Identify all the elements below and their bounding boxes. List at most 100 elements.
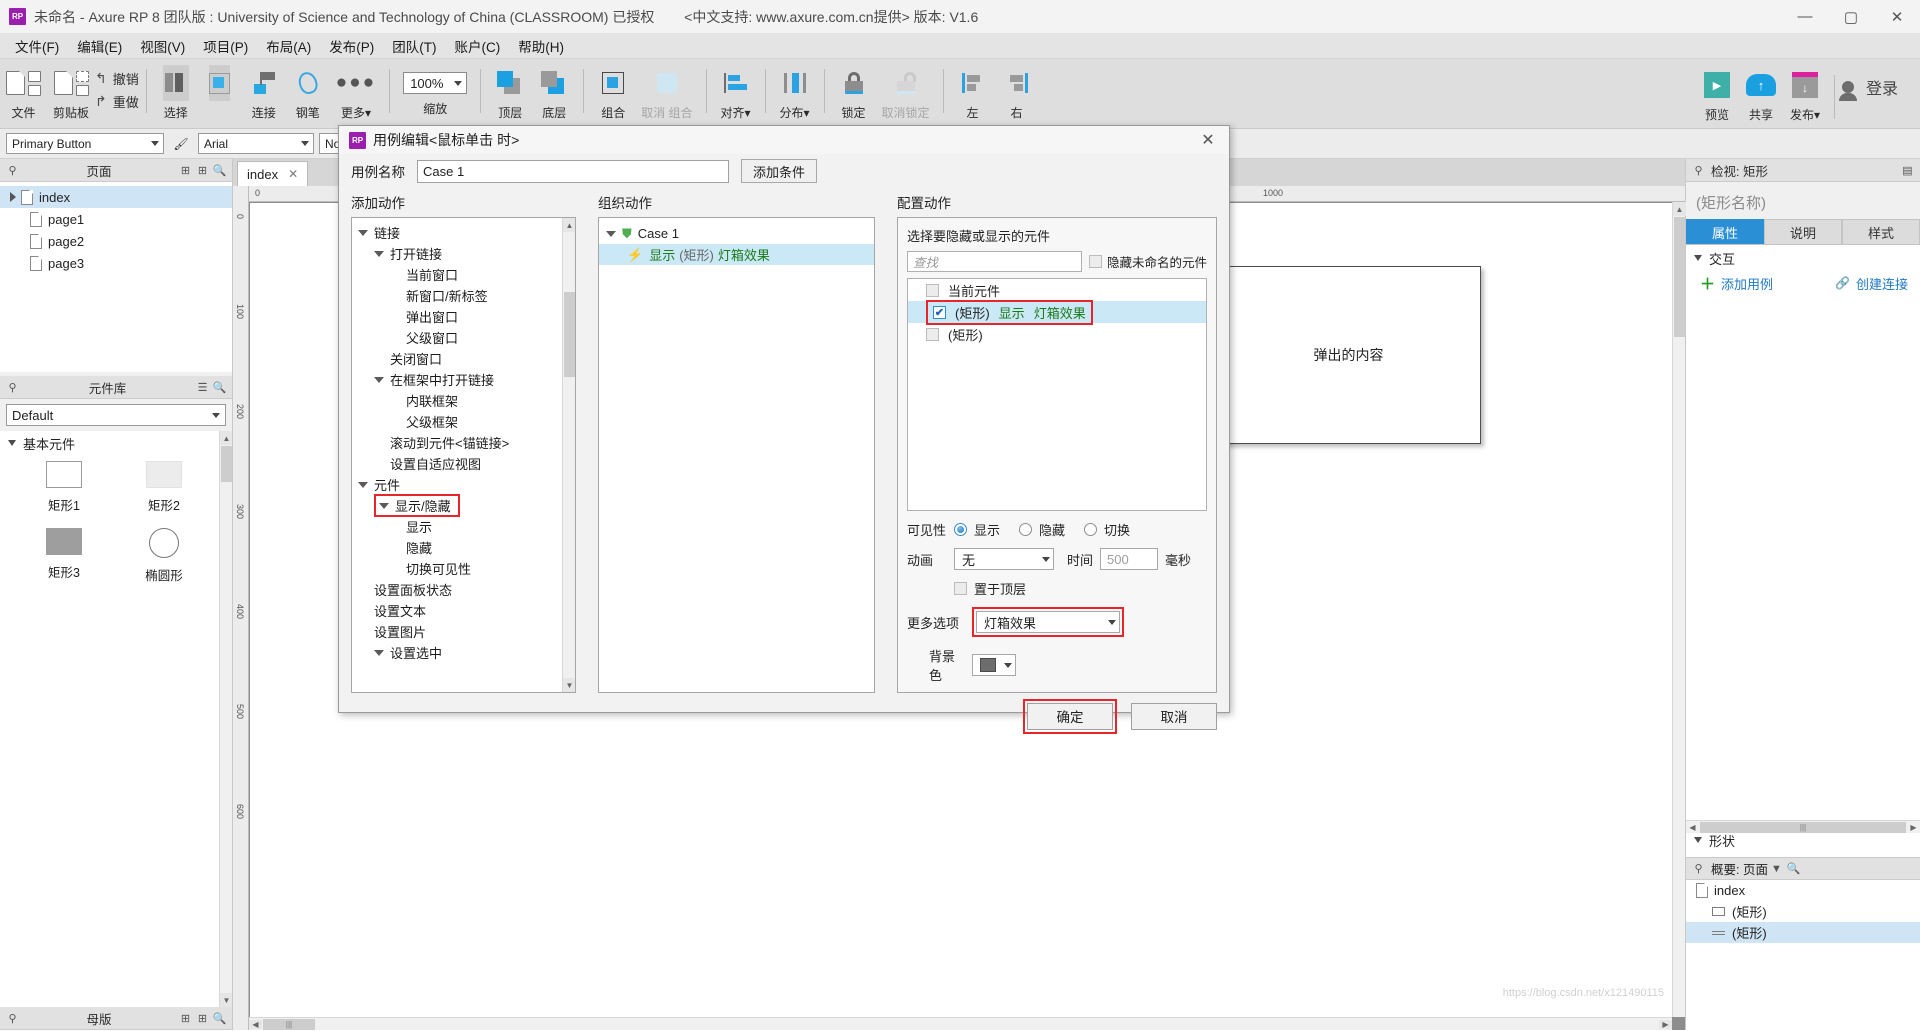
pin-icon[interactable]: ⚲ (1690, 162, 1707, 179)
canvas-vertical-scrollbar[interactable]: ▲ (1672, 202, 1686, 1017)
visibility-radio-toggle[interactable] (1084, 523, 1098, 536)
scroll-down-arrow-icon[interactable]: ▼ (220, 993, 232, 1007)
menu-item-file[interactable]: 文件(F) (6, 33, 68, 59)
expand-arrow-icon[interactable] (379, 502, 389, 509)
expand-arrow-icon[interactable] (374, 649, 384, 656)
library-widget-ellipse[interactable]: 椭圆形 (114, 528, 214, 584)
library-scrollbar[interactable]: ▲ ▼ (219, 431, 232, 1007)
bring-to-front-checkbox[interactable] (954, 582, 967, 595)
menu-item-help[interactable]: 帮助(H) (509, 33, 573, 59)
align-left-tool[interactable]: 左 (951, 63, 995, 121)
scroll-up-arrow-icon[interactable]: ▲ (1673, 202, 1686, 216)
action-tree-scrollbar[interactable]: ▲ ▼ (562, 218, 575, 692)
search-input[interactable]: 查找 (907, 251, 1082, 272)
expand-arrow-icon[interactable] (10, 192, 16, 202)
scroll-thumb[interactable] (564, 292, 575, 377)
widget-select-list[interactable]: 当前元件 ✔ (矩形) 显示 灯箱效果 (矩形) (907, 278, 1207, 511)
menu-item-team[interactable]: 团队(T) (383, 33, 445, 59)
menu-item-layout[interactable]: 布局(A) (257, 33, 320, 59)
redo-button[interactable]: ↱ 重做 (95, 92, 139, 111)
scroll-right-arrow-icon[interactable]: ▶ (1907, 823, 1920, 832)
expand-arrow-icon[interactable] (358, 481, 368, 488)
action-tree-item[interactable]: 滚动到元件<锚链接> (358, 432, 575, 453)
widget-checkbox[interactable] (926, 283, 939, 297)
action-tree-item[interactable]: 父级窗口 (358, 327, 575, 348)
action-tree-item[interactable]: 设置自适应视图 (358, 453, 575, 474)
expand-arrow-icon[interactable] (374, 376, 384, 383)
expand-arrow-icon[interactable] (358, 229, 368, 236)
add-folder-icon[interactable]: ⊞ (194, 162, 211, 179)
scroll-up-arrow-icon[interactable]: ▲ (563, 218, 575, 232)
action-tree-item[interactable]: 当前窗口 (358, 264, 575, 285)
pin-icon[interactable]: ⚲ (4, 162, 21, 179)
menu-item-account[interactable]: 账户(C) (446, 33, 510, 59)
add-page-icon[interactable]: ⊞ (177, 162, 194, 179)
page-item-page3[interactable]: page3 (0, 252, 232, 274)
canvas-horizontal-scrollbar[interactable]: ◀ ||| ▶ (249, 1017, 1672, 1030)
share-tool[interactable]: ↑ 共享 (1739, 65, 1783, 123)
action-tree-item[interactable]: 父级框架 (358, 411, 575, 432)
menu-item-publish[interactable]: 发布(P) (320, 33, 383, 59)
action-tree-item[interactable]: 设置面板状态 (358, 579, 575, 600)
scroll-left-arrow-icon[interactable]: ◀ (1686, 823, 1699, 832)
add-master-icon[interactable]: ⊞ (177, 1010, 194, 1027)
tab-notes[interactable]: 说明 (1764, 219, 1842, 244)
widget-checkbox[interactable]: ✔ (933, 305, 946, 319)
plus-icon[interactable]: ＋ (1700, 273, 1715, 294)
page-item-page1[interactable]: page1 (0, 208, 232, 230)
tab-properties[interactable]: 属性 (1686, 219, 1764, 244)
time-input[interactable]: 500 (1100, 548, 1159, 570)
action-tree-item[interactable]: 打开链接 (358, 243, 575, 264)
cancel-button[interactable]: 取消 (1131, 702, 1217, 730)
panel-menu-icon[interactable]: ▤ (1899, 162, 1916, 179)
preview-tool[interactable]: ▶ 预览 (1695, 65, 1739, 123)
scroll-thumb[interactable]: ||| (1700, 822, 1906, 833)
visibility-radio-hide[interactable] (1019, 523, 1033, 536)
filter-icon[interactable]: ▼ (1768, 860, 1785, 877)
bring-to-front-row[interactable]: 置于顶层 (907, 579, 1207, 598)
action-tree-listbox[interactable]: 链接 打开链接 当前窗口 新窗口/新标签 弹出窗口 父级窗口 关闭窗口 在框架中打开链接 内联框… (351, 217, 576, 693)
action-tree-item[interactable]: 元件 (358, 474, 575, 495)
library-select[interactable]: Default (6, 404, 226, 426)
search-icon[interactable]: 🔍 (211, 162, 228, 179)
style-brush-icon[interactable]: 🖌 (169, 133, 193, 155)
maximize-button[interactable]: ▢ (1828, 0, 1874, 34)
zoom-tool[interactable]: 100% 缩放 (397, 63, 473, 117)
action-tree-item[interactable]: 隐藏 (358, 537, 575, 558)
library-widget-rect3[interactable]: 矩形3 (14, 528, 114, 584)
pen-tool[interactable]: 钢笔 (286, 63, 330, 121)
minimize-button[interactable]: — (1782, 0, 1828, 34)
scroll-up-arrow-icon[interactable]: ▲ (220, 431, 232, 445)
publish-tool[interactable]: ↓ 发布▾ (1783, 65, 1827, 123)
close-button[interactable]: ✕ (1874, 0, 1920, 34)
scroll-right-arrow-icon[interactable]: ▶ (1659, 1020, 1672, 1029)
scroll-thumb[interactable] (221, 446, 232, 482)
menu-item-edit[interactable]: 编辑(E) (68, 33, 131, 59)
action-tree-item[interactable]: 显示 (358, 516, 575, 537)
outline-item-rect-2[interactable]: (矩形) (1686, 922, 1920, 943)
widget-row-rect-2[interactable]: (矩形) (908, 323, 1206, 345)
widget-style-select[interactable]: Primary Button (6, 133, 164, 154)
scroll-down-arrow-icon[interactable]: ▼ (563, 678, 575, 692)
animation-select[interactable]: 无 (954, 548, 1054, 570)
select-tool[interactable]: 选择 (154, 63, 198, 121)
expand-arrow-icon[interactable] (606, 230, 616, 237)
library-menu-icon[interactable]: ☰ (194, 379, 211, 396)
search-icon[interactable]: 🔍 (211, 379, 228, 396)
lock-tool[interactable]: 锁定 (832, 63, 876, 121)
page-item-index[interactable]: index (0, 186, 232, 208)
more-tools[interactable]: ●●● 更多▾ (330, 63, 382, 121)
background-color-select[interactable] (972, 654, 1016, 676)
file-tool[interactable]: 文件 (0, 63, 47, 121)
tab-style[interactable]: 样式 (1842, 219, 1920, 244)
bring-to-front-tool[interactable]: 顶层 (488, 63, 532, 121)
add-folder-icon[interactable]: ⊞ (194, 1010, 211, 1027)
action-tree-item[interactable]: 设置文本 (358, 600, 575, 621)
align-tool[interactable]: 对齐▾ (714, 63, 758, 121)
add-case-link[interactable]: 添加用例 (1721, 274, 1773, 293)
scroll-thumb[interactable]: ||| (263, 1019, 315, 1030)
action-tree-item[interactable]: 弹出窗口 (358, 306, 575, 327)
case-name-input[interactable]: Case 1 (417, 159, 729, 183)
hide-unnamed-checkbox[interactable] (1088, 255, 1102, 268)
action-tree-item[interactable]: 设置选中 (358, 642, 575, 663)
